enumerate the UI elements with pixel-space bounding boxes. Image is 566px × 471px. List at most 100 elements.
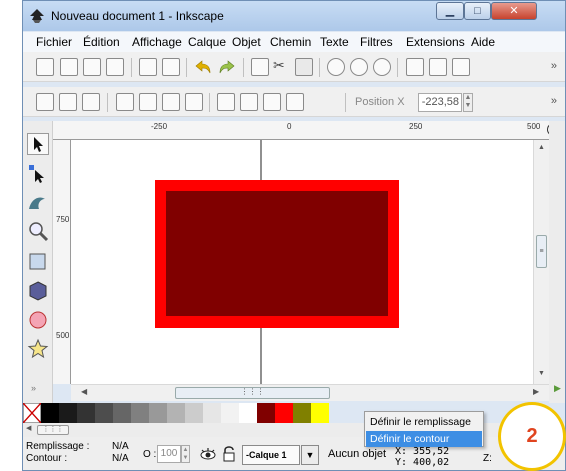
menu-objet[interactable]: Objet [232,35,261,49]
current-layer-select[interactable]: -Calque 1 [242,445,300,465]
drawing-canvas[interactable] [71,140,533,384]
redo-icon[interactable] [219,60,235,74]
scroll-right-icon[interactable]: ▶ [533,387,539,396]
color-swatch[interactable] [185,403,203,423]
rectangle-fill[interactable] [166,191,388,316]
color-swatch[interactable] [77,403,95,423]
color-swatch[interactable] [311,403,329,423]
opacity-input[interactable]: 100 [157,445,181,463]
select-all-icon[interactable] [36,93,54,111]
import-icon[interactable] [139,58,157,76]
close-button[interactable]: ✕ [491,2,537,20]
group-icon[interactable] [406,58,424,76]
color-swatch[interactable] [275,403,293,423]
color-swatch[interactable] [131,403,149,423]
menu-aide[interactable]: Aide [471,35,495,49]
opacity-spinner[interactable]: ▲ ▼ [181,445,190,463]
layer-visibility-icon[interactable] [199,445,217,463]
palette-scrollbar[interactable]: ◀ ⋮⋮⋮ [23,423,565,437]
no-paint-swatch-icon[interactable] [23,403,41,423]
ruler-label: 250 [409,122,423,131]
more-chevron-icon[interactable]: » [551,60,557,72]
color-swatch[interactable] [203,403,221,423]
horizontal-scroll-thumb[interactable]: ⋮⋮⋮ [175,387,330,399]
save-icon[interactable] [83,58,101,76]
3d-box-tool-icon[interactable] [27,280,49,302]
maximize-button[interactable]: □ [464,2,491,20]
inkscape-logo-icon [30,9,44,23]
set-stroke-menu-item[interactable]: Définir le contour [366,431,482,447]
set-fill-menu-item[interactable]: Définir le remplissage [366,414,482,430]
open-file-icon[interactable] [60,58,78,76]
ruler-label: 500 [56,331,70,340]
menu-edition[interactable]: Édition [83,35,120,49]
rotate-ccw-icon[interactable] [116,93,134,111]
color-swatch[interactable] [59,403,77,423]
color-swatch[interactable] [239,403,257,423]
layer-lock-icon[interactable] [222,445,236,463]
zoom-drawing-icon[interactable] [350,58,368,76]
flip-vertical-icon[interactable] [185,93,203,111]
cut-icon[interactable]: ✂ [273,57,291,75]
vertical-scroll-thumb[interactable]: ≡ [536,235,547,268]
scroll-up-icon[interactable]: ▲ [538,144,545,151]
selector-tool-icon[interactable] [27,133,49,155]
position-x-input[interactable]: -223,58 [418,93,462,112]
rectangle-tool-icon[interactable] [27,251,49,273]
layer-dropdown-chevron-icon[interactable]: ▼ [301,445,319,465]
tweak-tool-icon[interactable] [27,191,49,213]
horizontal-scrollbar[interactable]: ◀ ⋮⋮⋮ ▶ [71,384,549,401]
duplicate-icon[interactable] [251,58,269,76]
color-swatch[interactable] [167,403,185,423]
export-icon[interactable] [162,58,180,76]
palette-context-menu: Définir le remplissage Définir le contou… [364,411,484,447]
scroll-down-icon[interactable]: ▼ [538,370,545,377]
color-swatch[interactable] [149,403,167,423]
minimize-button[interactable]: ▁ [436,2,464,20]
clone-icon[interactable] [429,58,447,76]
palette-scroll-thumb[interactable]: ⋮⋮⋮ [37,425,69,435]
menu-extensions[interactable]: Extensions [406,35,465,49]
position-x-spinner[interactable]: ▲ ▼ [463,93,473,112]
color-swatch[interactable] [41,403,59,423]
new-document-icon[interactable] [36,58,54,76]
flip-horizontal-icon[interactable] [162,93,180,111]
menu-affichage[interactable]: Affichage [132,35,182,49]
more-tools-chevron-icon[interactable]: » [31,383,36,393]
color-swatch[interactable] [113,403,131,423]
fill-value[interactable]: N/A [112,441,129,452]
palette-scroll-left-icon[interactable]: ◀ [26,424,31,432]
rotate-cw-icon[interactable] [139,93,157,111]
node-tool-icon[interactable] [27,162,49,184]
color-swatch[interactable] [293,403,311,423]
color-swatch[interactable] [257,403,275,423]
lower-icon[interactable] [263,93,281,111]
zoom-tool-icon[interactable] [27,220,49,242]
menu-chemin[interactable]: Chemin [270,35,311,49]
raise-to-top-icon[interactable] [217,93,235,111]
raise-icon[interactable] [240,93,258,111]
vertical-scrollbar[interactable]: ▲ ≡ ▼ [533,140,549,384]
menu-texte[interactable]: Texte [320,35,349,49]
color-swatch[interactable] [221,403,239,423]
print-icon[interactable] [106,58,124,76]
paste-icon[interactable] [295,58,313,76]
zoom-selection-icon[interactable] [327,58,345,76]
star-tool-icon[interactable] [27,338,49,360]
zoom-page-icon[interactable] [373,58,391,76]
menu-filtres[interactable]: Filtres [360,35,393,49]
lower-to-bottom-icon[interactable] [286,93,304,111]
menu-calque[interactable]: Calque [188,35,226,49]
ellipse-tool-icon[interactable] [27,309,49,331]
more-chevron-icon[interactable]: » [551,95,557,107]
snap-toggle-icon[interactable]: ▶ [554,383,561,394]
menu-fichier[interactable]: Fichier [36,35,72,49]
select-all-layers-icon[interactable] [59,93,77,111]
color-swatch[interactable] [95,403,113,423]
undo-icon[interactable] [195,60,211,74]
unlink-clone-icon[interactable] [452,58,470,76]
menu-bar: Fichier Édition Affichage Calque Objet C… [23,32,565,52]
stroke-value[interactable]: N/A [112,453,129,464]
deselect-icon[interactable] [82,93,100,111]
scroll-left-icon[interactable]: ◀ [81,387,87,396]
